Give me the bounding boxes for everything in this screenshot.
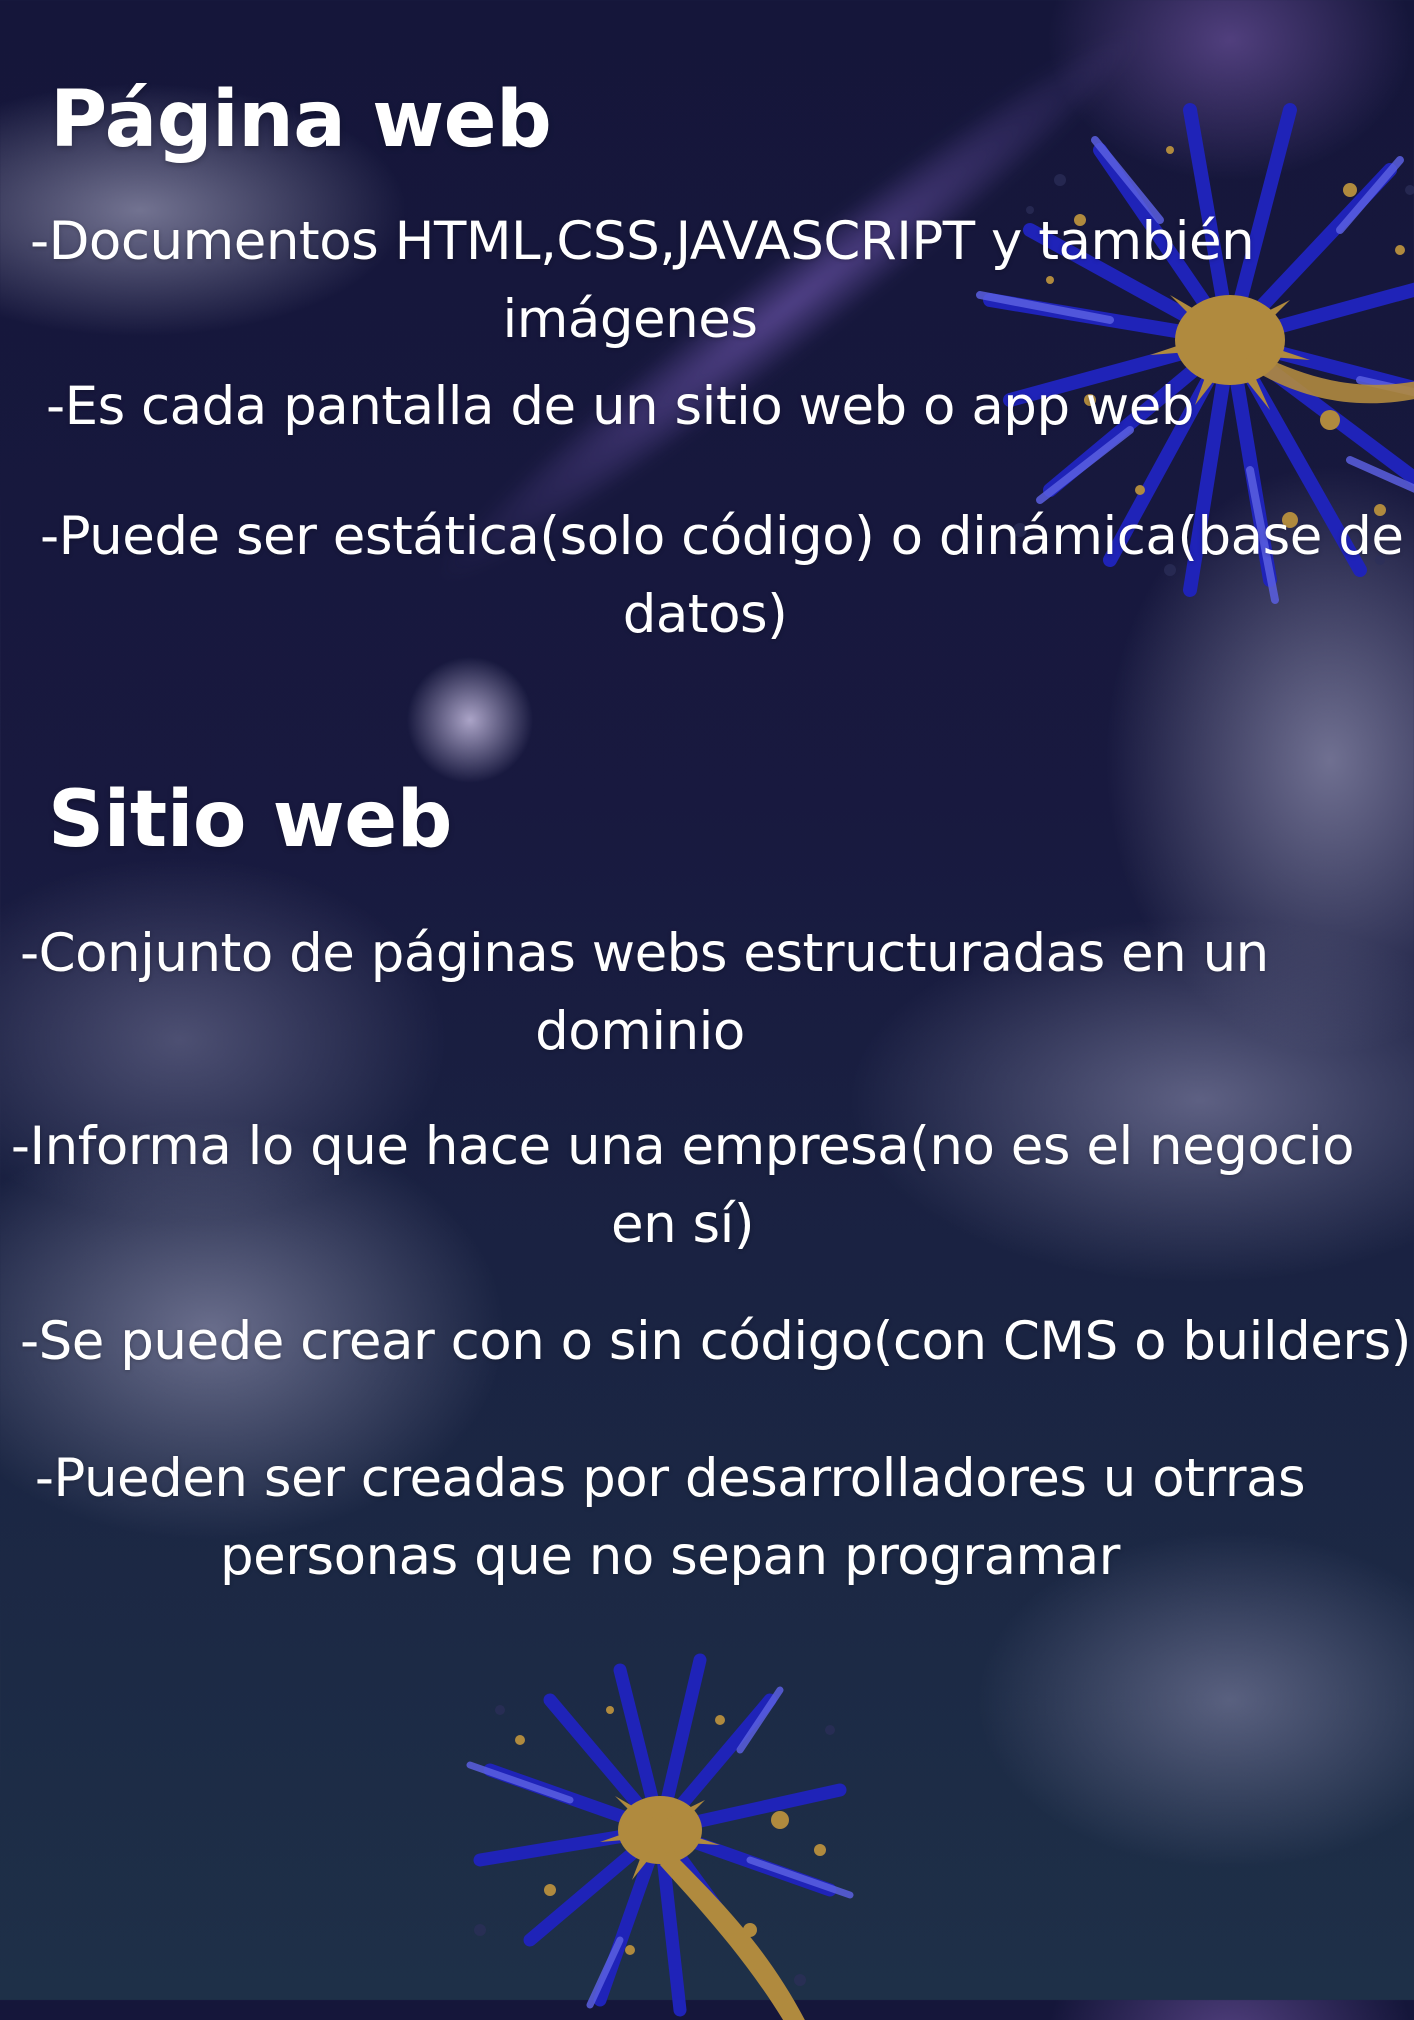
pagina-item-documentos-line1: -Documentos HTML,CSS,JAVASCRIPT y tambié… [30,211,1255,272]
pagina-item-documentos: -Documentos HTML,CSS,JAVASCRIPT y tambié… [30,203,1255,359]
sitio-item-desarrolladores: -Pueden ser creadas por desarrolladores … [30,1440,1310,1596]
sitio-web-title: Sitio web [48,775,452,865]
pagina-item-pantalla-line1: -Es cada pantalla de un sitio web o app … [45,376,1195,437]
sitio-item-desarrolladores-line1: -Pueden ser creadas por desarrolladores … [34,1448,1306,1509]
slide-content: Página web -Documentos HTML,CSS,JAVASCRI… [0,0,1414,2000]
sitio-item-conjunto: -Conjunto de páginas webs estructuradas … [20,915,1269,1071]
pagina-item-documentos-line2: imágenes [502,289,758,350]
pagina-item-estatica: -Puede ser estática(solo código) o dinám… [40,498,1404,654]
pagina-item-pantalla: -Es cada pantalla de un sitio web o app … [40,368,1200,446]
pagina-item-estatica-line1: -Puede ser estática(solo código) o dinám… [40,506,1404,567]
pagina-item-estatica-line2: datos) [622,584,788,645]
sitio-item-crear-line1: -Se puede crear con o sin código(con CMS… [20,1311,1411,1372]
sitio-item-informa: -Informa lo que hace una empresa(no es e… [10,1108,1355,1264]
pagina-web-title: Página web [50,75,552,165]
sitio-item-crear: -Se puede crear con o sin código(con CMS… [20,1303,1411,1381]
sitio-item-conjunto-line2: dominio [535,1001,745,1062]
sitio-item-informa-line1: -Informa lo que hace una empresa(no es e… [10,1116,1355,1177]
sitio-item-informa-line2: en sí) [610,1194,755,1255]
sitio-item-conjunto-line1: -Conjunto de páginas webs estructuradas … [20,923,1269,984]
sitio-item-desarrolladores-line2: personas que no sepan programar [220,1526,1120,1587]
